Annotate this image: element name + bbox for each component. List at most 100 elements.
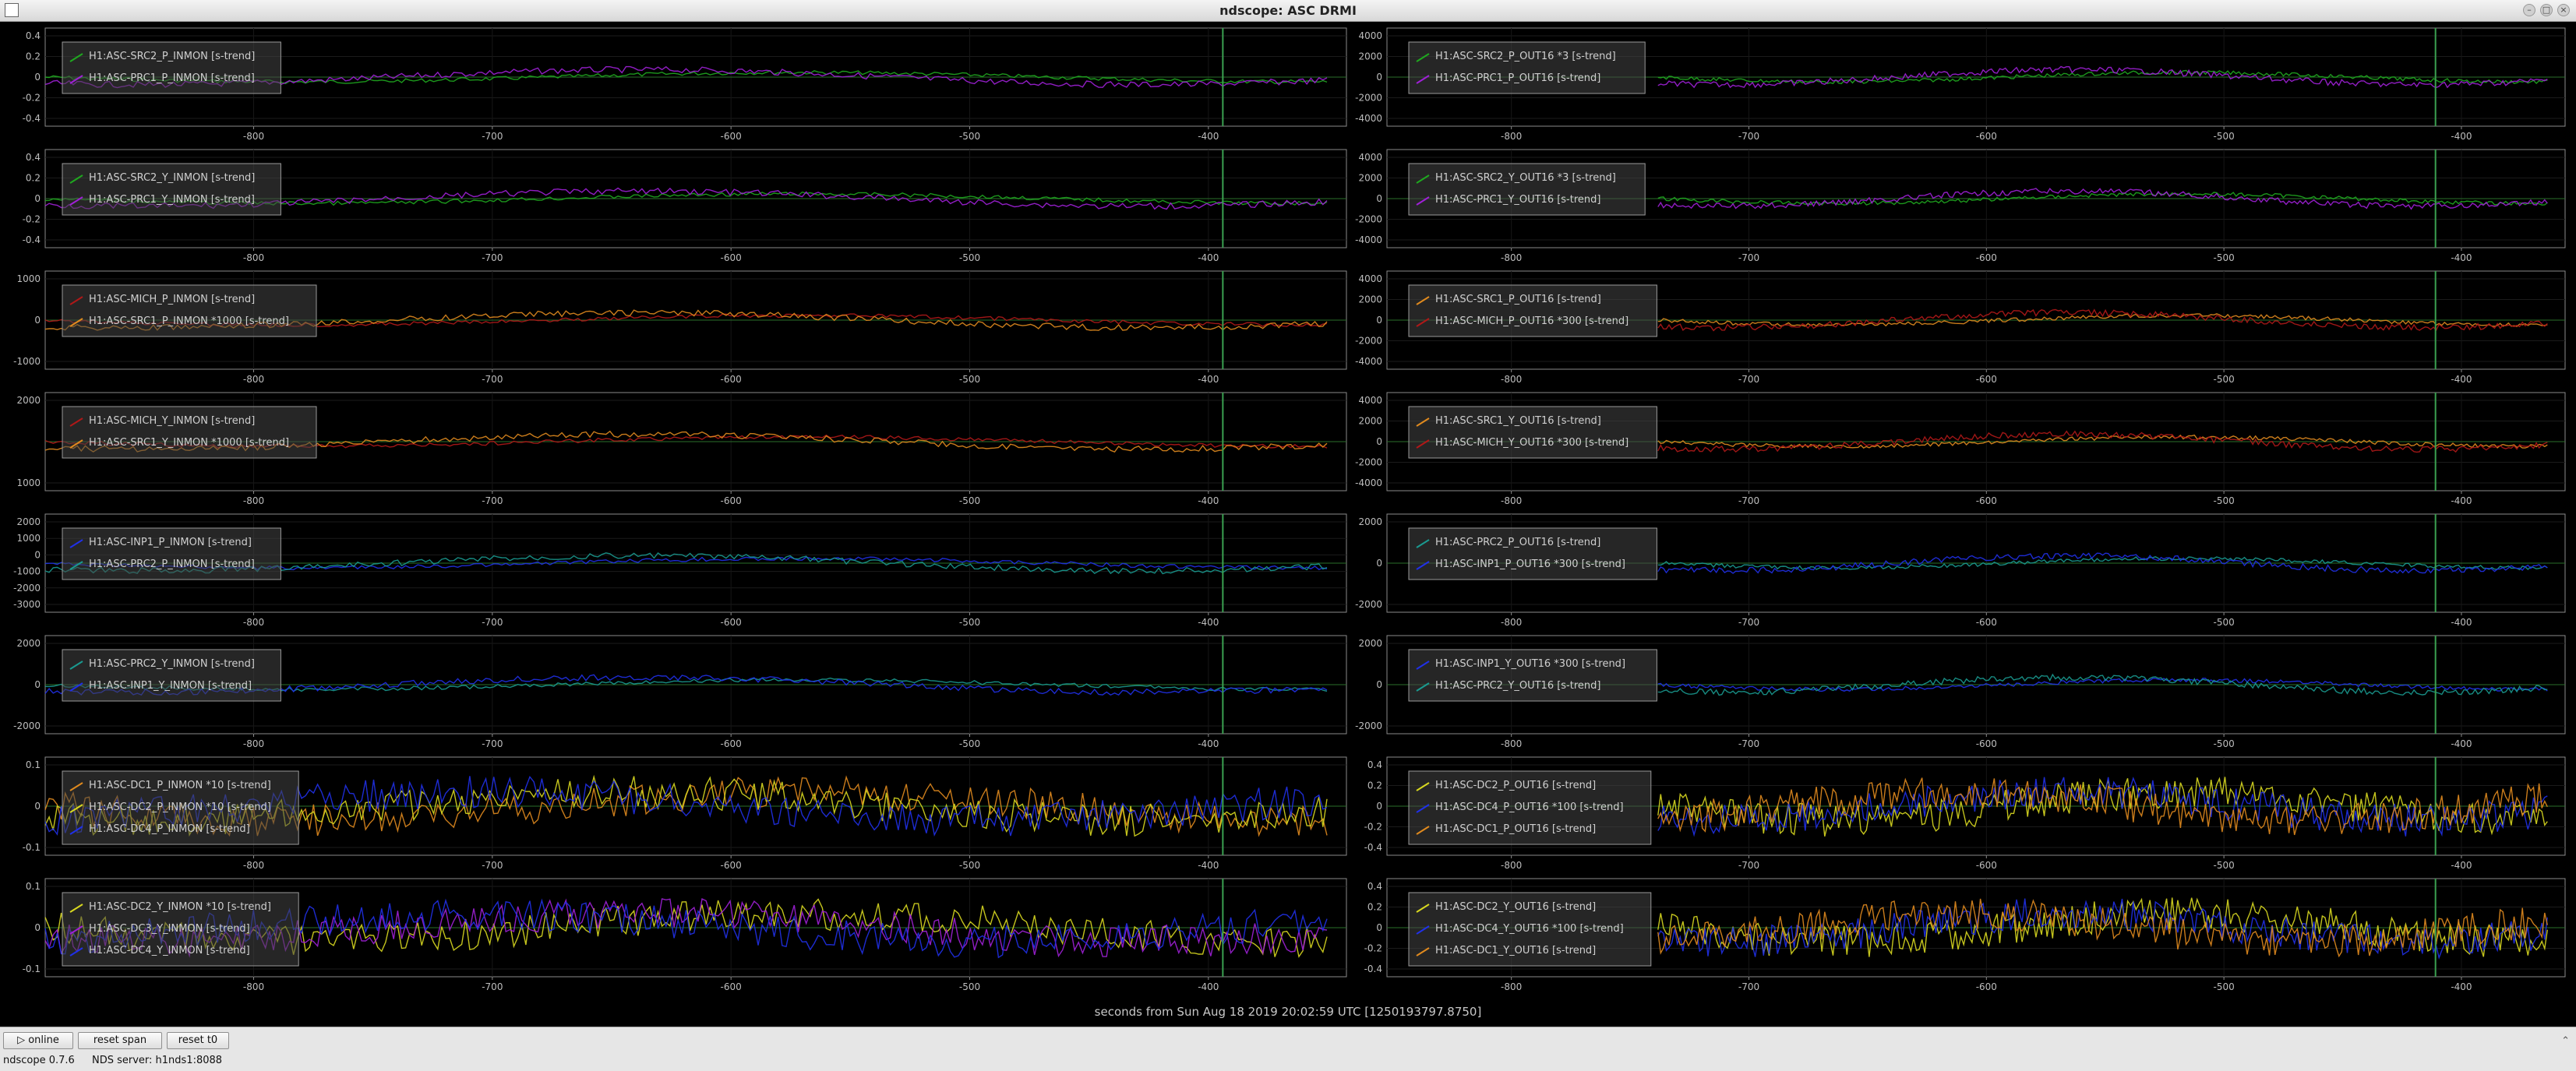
legend[interactable]: H1:ASC-DC1_P_INMON *10 [s-trend] H1:ASC-D… — [62, 770, 299, 845]
plot-panel-p5r[interactable]: 2000 0 -2000 -800 -700 -600 -500 -400 H1:ASC-PRC… — [1355, 513, 2566, 628]
legend-label: H1:ASC-DC4_Y_OUT16 *100 [s-trend] — [1435, 923, 1624, 935]
y-tick-label: -0.4 — [1364, 964, 1382, 974]
x-tick-label: -500 — [959, 374, 980, 385]
legend[interactable]: H1:ASC-SRC1_P_OUT16 [s-trend] H1:ASC-MICH… — [1408, 284, 1657, 337]
reset-t0-button[interactable]: reset t0 — [167, 1032, 229, 1049]
legend[interactable]: H1:ASC-SRC2_Y_INMON [s-trend] H1:ASC-PRC1… — [62, 163, 281, 216]
legend-label: H1:ASC-PRC1_Y_OUT16 [s-trend] — [1435, 194, 1600, 206]
x-tick-label: -500 — [2214, 860, 2235, 871]
x-tick-label: -600 — [721, 374, 742, 385]
y-tick-label: -0.1 — [23, 964, 41, 974]
plot-panel-p1l[interactable]: 0.4 0.2 0 -0.2 -0.4 -800 -700 -600 -500 -400 H1:AS… — [23, 27, 1347, 142]
title-bar: ndscope: ASC DRMI – □ × — [0, 0, 2576, 22]
plot-panel-p4l[interactable]: 2000 1000 -800 -700 -600 -500 -400 H1:ASC-MICH_… — [16, 392, 1347, 506]
legend[interactable]: H1:ASC-INP1_P_INMON [s-trend] H1:ASC-PRC2… — [62, 527, 281, 580]
x-tick-label: -800 — [1501, 738, 1522, 749]
x-tick-label: -500 — [2214, 981, 2235, 992]
x-tick-label: -400 — [1198, 981, 1219, 992]
y-tick-label: 2000 — [1358, 516, 1382, 527]
legend[interactable]: H1:ASC-DC2_P_OUT16 [s-trend] H1:ASC-DC4_P… — [1408, 770, 1652, 845]
x-tick-label: -700 — [482, 860, 503, 871]
x-tick-label: -600 — [721, 738, 742, 749]
x-tick-label: -800 — [1501, 374, 1522, 385]
plot-panel-p8r[interactable]: 0.4 0.2 0 -0.2 -0.4 -800 -700 -600 -500 -400 H1:AS… — [1364, 878, 2566, 992]
y-tick-label: 0 — [34, 679, 41, 690]
y-tick-label: 1000 — [16, 477, 41, 488]
y-tick-label: 2000 — [1358, 638, 1382, 649]
y-tick-label: 2000 — [1358, 416, 1382, 427]
legend[interactable]: H1:ASC-SRC1_Y_OUT16 [s-trend] H1:ASC-MICH… — [1408, 406, 1657, 459]
x-tick-label: -400 — [2451, 981, 2472, 992]
legend-label: H1:ASC-DC1_Y_OUT16 [s-trend] — [1435, 945, 1596, 957]
legend[interactable]: H1:ASC-MICH_P_INMON [s-trend] H1:ASC-SRC1… — [62, 284, 317, 337]
legend-label: H1:ASC-PRC2_Y_OUT16 [s-trend] — [1435, 680, 1600, 692]
legend-label: H1:ASC-SRC2_Y_OUT16 *3 [s-trend] — [1435, 172, 1616, 184]
online-button[interactable]: ▷ online — [3, 1032, 73, 1049]
plot-panel-p2l[interactable]: 0.4 0.2 0 -0.2 -0.4 -800 -700 -600 -500 -400 H1:AS… — [23, 149, 1347, 263]
maximize-icon[interactable]: □ — [2540, 4, 2553, 16]
x-tick-label: -600 — [721, 495, 742, 506]
plot-panel-p8l[interactable]: 0.1 0 -0.1 -800 -700 -600 -500 -400 H1:ASC-DC2_Y… — [23, 878, 1347, 992]
legend[interactable]: H1:ASC-SRC2_Y_OUT16 *3 [s-trend] H1:ASC-P… — [1408, 163, 1646, 216]
legend[interactable]: H1:ASC-DC2_Y_OUT16 [s-trend] H1:ASC-DC4_Y… — [1408, 892, 1652, 967]
y-tick-label: 2000 — [16, 395, 41, 406]
x-tick-label: -500 — [2214, 617, 2235, 628]
legend[interactable]: H1:ASC-SRC2_P_INMON [s-trend] H1:ASC-PRC1… — [62, 41, 281, 94]
legend[interactable]: H1:ASC-PRC2_P_OUT16 [s-trend] H1:ASC-INP1… — [1408, 527, 1657, 580]
reset-span-button[interactable]: reset span — [78, 1032, 162, 1049]
x-axis-title: seconds from Sun Aug 18 2019 20:02:59 UT… — [1094, 1005, 1482, 1019]
y-tick-label: 0 — [1376, 679, 1382, 690]
y-tick-label: 4000 — [1358, 273, 1382, 284]
x-tick-label: -700 — [1738, 495, 1759, 506]
legend[interactable]: H1:ASC-SRC2_P_OUT16 *3 [s-trend] H1:ASC-P… — [1408, 41, 1646, 94]
legend-label: H1:ASC-DC4_P_OUT16 *100 [s-trend] — [1435, 801, 1624, 813]
x-tick-label: -600 — [1976, 617, 1997, 628]
plot-panel-p7l[interactable]: 0.1 0 -0.1 -800 -700 -600 -500 -400 H1:ASC-DC1_P… — [23, 756, 1347, 871]
legend-label: H1:ASC-MICH_Y_INMON [s-trend] — [89, 415, 255, 427]
plot-panel-p5l[interactable]: 2000 1000 0 -1000 -2000 -3000 -800 -700 -600 -500… — [13, 513, 1347, 628]
x-tick-label: -800 — [243, 374, 264, 385]
x-tick-label: -600 — [1976, 495, 1997, 506]
plot-panel-p6r[interactable]: 2000 0 -2000 -800 -700 -600 -500 -400 H1:ASC-INP… — [1355, 635, 2566, 749]
y-tick-label: -4000 — [1355, 356, 1382, 367]
x-tick-label: -800 — [1501, 495, 1522, 506]
legend[interactable]: H1:ASC-PRC2_Y_INMON [s-trend] H1:ASC-INP1… — [62, 649, 281, 702]
y-tick-label: -0.4 — [23, 234, 41, 245]
y-tick-label: -4000 — [1355, 234, 1382, 245]
legend[interactable]: H1:ASC-MICH_Y_INMON [s-trend] H1:ASC-SRC1… — [62, 406, 317, 459]
plot-grid[interactable]: 0.4 0.2 0 -0.2 -0.4 -800 -700 -600 -500 -400 H1:AS… — [0, 22, 2576, 1023]
server-text: NDS server: h1nds1:8088 — [91, 1055, 223, 1066]
y-tick-label: -2000 — [1355, 720, 1382, 731]
legend[interactable]: H1:ASC-DC2_Y_INMON *10 [s-trend] H1:ASC-D… — [62, 892, 299, 967]
legend-label: H1:ASC-DC2_P_OUT16 [s-trend] — [1435, 780, 1596, 791]
plot-panel-p1r[interactable]: 4000 2000 0 -2000 -4000 -800 -700 -600 -500 -400 H… — [1355, 27, 2566, 142]
close-icon[interactable]: × — [2557, 4, 2570, 16]
y-tick-label: 0.2 — [1367, 902, 1382, 913]
legend-label: H1:ASC-INP1_Y_INMON [s-trend] — [89, 680, 252, 692]
y-tick-label: 1000 — [16, 273, 41, 284]
x-tick-label: -400 — [1198, 860, 1219, 871]
plot-panel-p4r[interactable]: 4000 2000 0 -2000 -4000 -800 -700 -600 -500 -400 H… — [1355, 392, 2566, 506]
x-tick-label: -500 — [2214, 374, 2235, 385]
y-tick-label: 0 — [1376, 801, 1382, 812]
minimize-icon[interactable]: – — [2523, 4, 2535, 16]
x-tick-label: -800 — [243, 981, 264, 992]
plot-panel-p2r[interactable]: 4000 2000 0 -2000 -4000 -800 -700 -600 -500 -400 H… — [1355, 149, 2566, 263]
legend-label: H1:ASC-SRC1_P_OUT16 [s-trend] — [1435, 294, 1601, 305]
plot-panel-p7r[interactable]: 0.4 0.2 0 -0.2 -0.4 -800 -700 -600 -500 -400 H1:AS… — [1364, 756, 2566, 871]
y-tick-label: 2000 — [16, 516, 41, 527]
plot-panel-p3l[interactable]: 1000 0 -1000 -800 -700 -600 -500 -400 H1:ASC-MIC… — [13, 270, 1347, 385]
plot-panel-p6l[interactable]: 2000 0 -2000 -800 -700 -600 -500 -400 H1:ASC-PRC… — [13, 635, 1347, 749]
plot-panel-p3r[interactable]: 4000 2000 0 -2000 -4000 -800 -700 -600 -500 -400 H… — [1355, 270, 2566, 385]
legend[interactable]: H1:ASC-INP1_Y_OUT16 *300 [s-trend] H1:ASC… — [1408, 649, 1657, 702]
y-tick-label: 0.1 — [26, 759, 41, 770]
y-tick-label: 0 — [34, 549, 41, 560]
legend-label: H1:ASC-SRC1_P_INMON *1000 [s-trend] — [89, 315, 289, 327]
x-tick-label: -500 — [959, 617, 980, 628]
y-tick-label: 0 — [1376, 72, 1382, 83]
x-tick-label: -700 — [1738, 252, 1759, 263]
settings-icon[interactable]: ⌃ — [2561, 1035, 2570, 1047]
legend-label: H1:ASC-MICH_Y_OUT16 *300 [s-trend] — [1435, 437, 1629, 449]
x-tick-label: -700 — [482, 374, 503, 385]
legend-label: H1:ASC-PRC2_P_OUT16 [s-trend] — [1435, 537, 1600, 548]
